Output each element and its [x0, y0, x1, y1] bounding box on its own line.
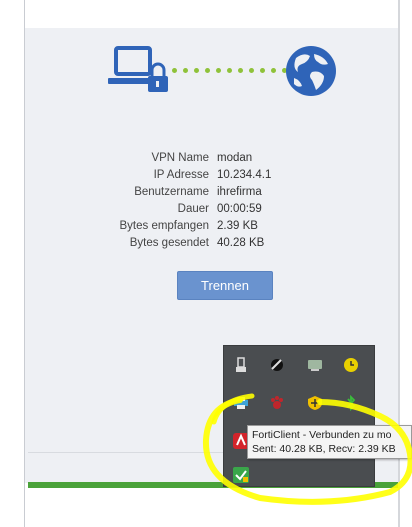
info-row-bytes-received: Bytes empfangen 2.39 KB: [100, 218, 340, 235]
info-row-username: Benutzername ihrefirma: [100, 184, 340, 201]
network-icon[interactable]: [306, 356, 324, 374]
username-label: Benutzername: [134, 186, 209, 198]
shield-icon[interactable]: [306, 394, 324, 412]
panel-edge-left: [24, 0, 25, 527]
tooltip-traffic: Sent: 40.28 KB, Recv: 2.39 KB: [252, 443, 396, 455]
connection-dots: [172, 68, 287, 73]
bytes-sent-value: 40.28 KB: [217, 237, 265, 249]
tray-overflow-popup: [223, 345, 375, 487]
connection-graphic: [108, 42, 338, 102]
forticlient-tooltip: FortiClient - Verbunden zu mo Sent: 40.2…: [247, 425, 412, 459]
usb-icon[interactable]: [232, 356, 250, 374]
bluetooth-icon[interactable]: [342, 394, 360, 412]
window-top: [0, 0, 412, 28]
username-value: ihrefirma: [217, 186, 262, 198]
duration-label: Dauer: [177, 203, 209, 215]
vpn-info-table: VPN Name modan IP Adresse 10.234.4.1 Ben…: [100, 150, 340, 252]
info-row-duration: Dauer 00:00:59: [100, 201, 340, 218]
duration-value: 00:00:59: [217, 203, 262, 215]
info-row-bytes-sent: Bytes gesendet 40.28 KB: [100, 235, 340, 252]
bytes-sent-label: Bytes gesendet: [129, 237, 209, 249]
info-row-vpn-name: VPN Name modan: [100, 150, 340, 167]
paw-icon[interactable]: [268, 394, 286, 412]
bytes-received-value: 2.39 KB: [217, 220, 258, 232]
ip-label: IP Adresse: [153, 169, 209, 181]
bytes-received-label: Bytes empfangen: [119, 220, 209, 232]
disconnect-button[interactable]: Trennen: [177, 271, 273, 300]
clock-icon[interactable]: [342, 356, 360, 374]
vpn-name-label: VPN Name: [151, 152, 209, 164]
printer-icon[interactable]: [232, 394, 250, 412]
info-row-ip: IP Adresse 10.234.4.1: [100, 167, 340, 184]
forticlient-icon[interactable]: [232, 466, 250, 484]
vpn-name-value: modan: [217, 152, 253, 164]
globe-icon: [286, 46, 336, 96]
computer-lock-icon: [108, 46, 168, 92]
ip-value: 10.234.4.1: [217, 169, 272, 181]
satellite-icon[interactable]: [268, 356, 286, 374]
tooltip-title: FortiClient - Verbunden zu mo: [252, 429, 392, 441]
